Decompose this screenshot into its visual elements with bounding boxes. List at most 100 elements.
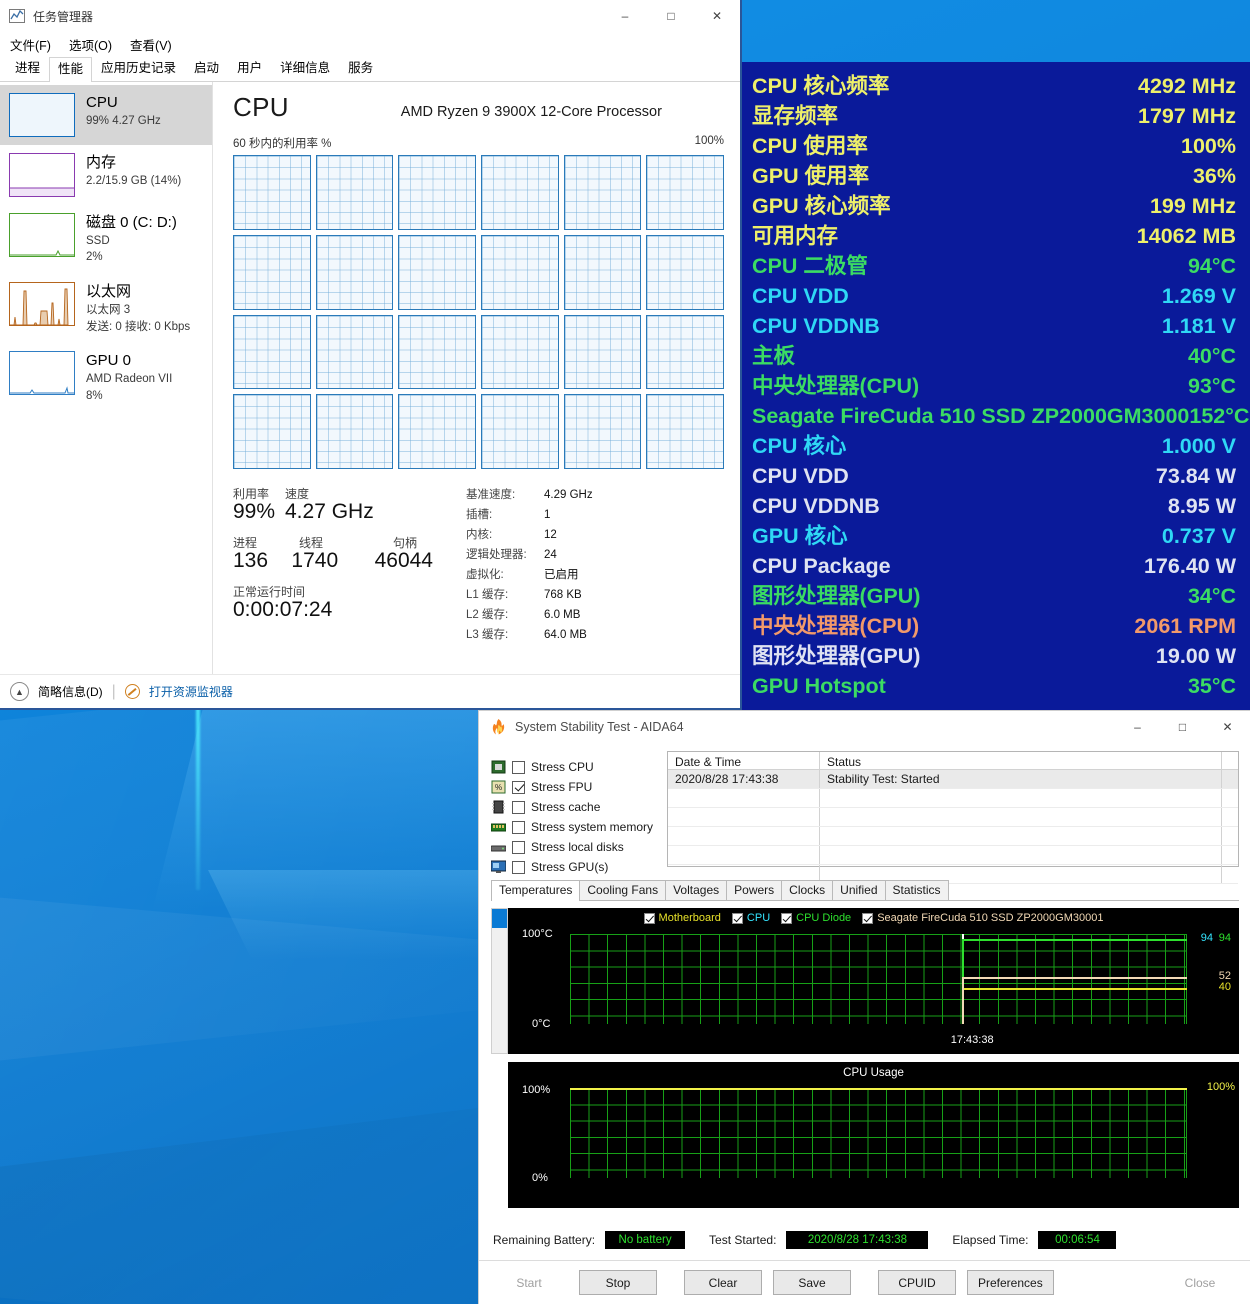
osd-sensor-label: 图形处理器(GPU): [752, 641, 920, 671]
table-row[interactable]: 2020/8/28 17:43:38Stability Test: Starte…: [668, 770, 1238, 789]
legend-checkbox[interactable]: [781, 913, 792, 924]
handles-value: 46044: [375, 549, 433, 573]
legend-item[interactable]: CPU: [732, 912, 770, 924]
aida-titlebar[interactable]: System Stability Test - AIDA64 – □ ✕: [479, 711, 1250, 742]
resource-monitor-icon[interactable]: [125, 684, 140, 699]
maximize-button[interactable]: □: [1160, 711, 1205, 742]
fewer-details-label[interactable]: 简略信息(D): [38, 683, 103, 700]
graph-scrollbar[interactable]: [491, 908, 508, 1054]
osd-sensor-row: GPU 核心频率199 MHz: [752, 191, 1236, 221]
chevron-up-icon[interactable]: ▲: [10, 682, 29, 701]
tab-voltages[interactable]: Voltages: [665, 880, 727, 900]
osd-sensor-value: 2061 RPM: [1134, 611, 1236, 641]
cell-datetime: 2020/8/28 17:43:38: [668, 770, 820, 788]
save-button[interactable]: Save: [773, 1270, 851, 1295]
stress-option-row[interactable]: %Stress FPU: [491, 777, 653, 797]
sidebar-item-memory[interactable]: 内存 2.2/15.9 GB (14%): [0, 145, 212, 205]
stress-option-row[interactable]: Stress cache: [491, 797, 653, 817]
stress-option-checkbox[interactable]: [512, 821, 525, 834]
cpu-spec-row: 基准速度:4.29 GHz: [466, 485, 593, 505]
task-manager-titlebar[interactable]: 任务管理器 – □ ✕: [0, 0, 740, 32]
stress-option-row[interactable]: Stress GPU(s): [491, 857, 653, 877]
legend-label: CPU Diode: [796, 912, 851, 924]
osd-sensor-row: 图形处理器(GPU) 19.00 W: [752, 641, 1236, 671]
minimize-button[interactable]: –: [1115, 711, 1160, 742]
footer-separator: |: [112, 683, 116, 701]
minimize-button[interactable]: –: [602, 0, 648, 32]
legend-checkbox[interactable]: [644, 913, 655, 924]
stress-option-checkbox[interactable]: [512, 781, 525, 794]
maximize-button[interactable]: □: [648, 0, 694, 32]
sidebar-item-gpu[interactable]: GPU 0 AMD Radeon VII 8%: [0, 343, 212, 412]
tab-cooling-fans[interactable]: Cooling Fans: [579, 880, 666, 900]
logical-processor-cell: [233, 394, 311, 469]
close-button[interactable]: ✕: [1205, 711, 1250, 742]
cpu-spec-list: 基准速度:4.29 GHz插槽:1内核:12逻辑处理器:24虚拟化:已启用L1 …: [466, 485, 593, 645]
stress-option-row[interactable]: Stress local disks: [491, 837, 653, 857]
column-header-datetime[interactable]: Date & Time: [668, 752, 820, 769]
performance-sidebar: CPU 99% 4.27 GHz 内存 2.2/15.9 GB (14%): [0, 82, 213, 674]
osd-sensor-value: 35°C: [1188, 671, 1236, 701]
tab-details[interactable]: 详细信息: [271, 56, 339, 81]
osd-sensor-row: GPU Hotspot35°C: [752, 671, 1236, 701]
tab-temperatures[interactable]: Temperatures: [491, 880, 580, 901]
tab-clocks[interactable]: Clocks: [781, 880, 833, 900]
clear-button[interactable]: Clear: [684, 1270, 762, 1295]
tab-services[interactable]: 服务: [339, 56, 382, 81]
tab-powers[interactable]: Powers: [726, 880, 782, 900]
gpu-thumbnail-graph: [9, 351, 75, 395]
table-body: 2020/8/28 17:43:38Stability Test: Starte…: [668, 770, 1238, 884]
sidebar-item-cpu[interactable]: CPU 99% 4.27 GHz: [0, 85, 212, 145]
tab-bar: 进程 性能 应用历史记录 启动 用户 详细信息 服务: [0, 56, 740, 82]
osd-sensor-label: 图形处理器(GPU): [752, 581, 920, 611]
tab-performance[interactable]: 性能: [49, 57, 92, 82]
sidebar-item-sub: SSD: [86, 233, 177, 250]
close-button[interactable]: ✕: [694, 0, 740, 32]
scrollbar-thumb[interactable]: [492, 909, 507, 928]
osd-sensor-value: 93°C: [1188, 371, 1236, 401]
column-header-status[interactable]: Status: [820, 752, 1222, 769]
y-axis-max-label: 100°C: [522, 928, 553, 940]
tab-app-history[interactable]: 应用历史记录: [92, 56, 185, 81]
spec-value: 6.0 MB: [544, 605, 580, 625]
series-line-cpu-usage: [570, 1088, 1187, 1090]
legend-item[interactable]: Seagate FireCuda 510 SSD ZP2000GM30001: [862, 912, 1103, 924]
preferences-button[interactable]: Preferences: [967, 1270, 1054, 1295]
tab-processes[interactable]: 进程: [6, 56, 49, 81]
tab-startup[interactable]: 启动: [185, 56, 228, 81]
osd-sensor-row: 显存频率1797 MHz: [752, 101, 1236, 131]
flame-icon: [491, 719, 506, 735]
page-title: CPU: [233, 92, 289, 123]
spec-value: 已启用: [544, 565, 579, 585]
tab-users[interactable]: 用户: [228, 56, 271, 81]
logical-processor-cell: [316, 235, 394, 310]
utilization-value: 99%: [233, 500, 285, 524]
stress-option-row[interactable]: Stress CPU: [491, 757, 653, 777]
chart-plot-area: [570, 1088, 1187, 1178]
osd-sensor-value: 19.00 W: [1156, 641, 1236, 671]
menu-options[interactable]: 选项(O): [69, 35, 112, 54]
cpu-spec-row: L2 缓存:6.0 MB: [466, 605, 593, 625]
stress-option-checkbox[interactable]: [512, 761, 525, 774]
logical-processor-grid[interactable]: [233, 155, 724, 469]
legend-item[interactable]: CPU Diode: [781, 912, 851, 924]
tab-unified[interactable]: Unified: [832, 880, 885, 900]
series-end-label: 100%: [1207, 1081, 1235, 1093]
stop-button[interactable]: Stop: [579, 1270, 657, 1295]
menu-file[interactable]: 文件(F): [10, 35, 51, 54]
stress-option-checkbox[interactable]: [512, 841, 525, 854]
cpuid-button[interactable]: CPUID: [878, 1270, 956, 1295]
legend-checkbox[interactable]: [862, 913, 873, 924]
tab-statistics[interactable]: Statistics: [885, 880, 949, 900]
menu-view[interactable]: 查看(V): [130, 35, 172, 54]
legend-checkbox[interactable]: [732, 913, 743, 924]
stress-option-checkbox[interactable]: [512, 801, 525, 814]
stress-option-row[interactable]: Stress system memory: [491, 817, 653, 837]
sidebar-item-disk[interactable]: 磁盘 0 (C: D:) SSD 2%: [0, 205, 212, 274]
stress-option-checkbox[interactable]: [512, 861, 525, 874]
legend-item[interactable]: Motherboard: [644, 912, 721, 924]
wallpaper-shape: [196, 690, 200, 890]
sidebar-item-ethernet[interactable]: 以太网 以太网 3 发送: 0 接收: 0 Kbps: [0, 274, 212, 343]
osd-sensor-row: GPU 核心0.737 V: [752, 521, 1236, 551]
open-resource-monitor-link[interactable]: 打开资源监视器: [149, 683, 233, 700]
